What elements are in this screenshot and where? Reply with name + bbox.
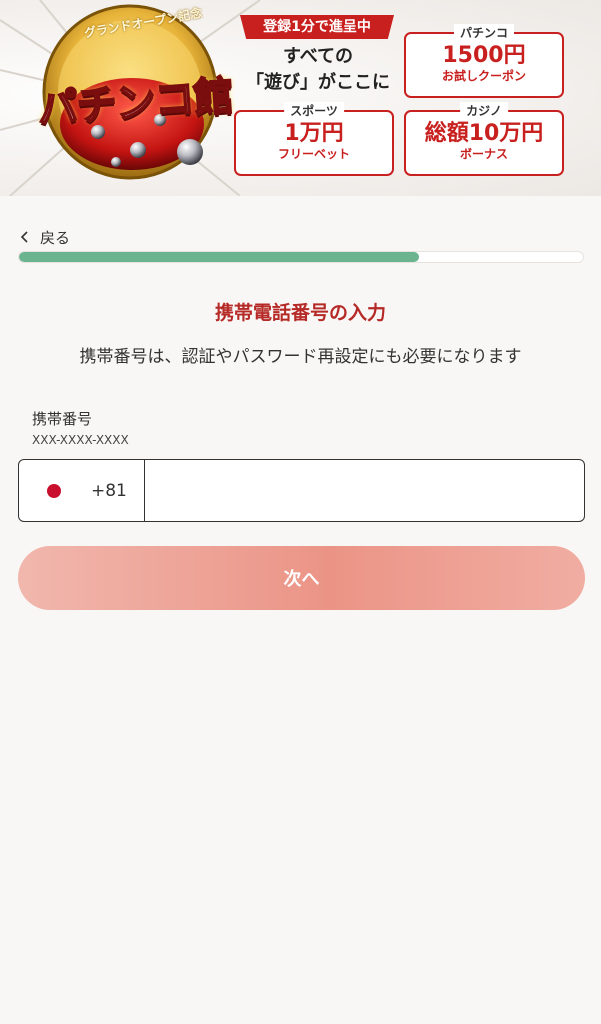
signup-progress-bar [18,251,584,263]
phone-format-hint: XXX-XXXX-XXXX [32,433,129,447]
catch-copy: すべての 「遊び」がここに [246,44,390,96]
promo-banner[interactable]: グランドオープン記念 パチンコ館 登録1分で進呈中 すべての 「遊び」がここに … [0,0,601,196]
offer-category: スポーツ [284,102,344,119]
catch-line-2: 「遊び」がここに [246,72,390,93]
offer-pachinko: パチンコ 1500円 お試しクーポン [404,24,564,98]
country-code-selector[interactable]: +81 [19,460,145,521]
offer-sports: スポーツ 1万円 フリーベット [234,102,394,176]
signup-promo-tag: 登録1分で進呈中 [240,15,394,39]
chevron-left-icon [20,231,28,243]
catch-line-1: すべての [282,46,354,67]
offer-type: フリーベット [277,147,350,161]
page-title: 携帯電話番号の入力 [214,302,386,324]
next-button[interactable]: 次へ [18,546,585,610]
offer-amount: 1万円 [284,121,344,146]
phone-field-label: 携帯番号 [32,410,93,428]
offer-category: カジノ [460,102,508,119]
offer-type: ボーナス [459,147,508,161]
back-button[interactable]: 戻る [18,226,70,248]
progress-fill [19,252,420,262]
back-label: 戻る [40,228,71,247]
offer-amount: 1500円 [442,43,526,68]
phone-number-input[interactable] [145,460,584,521]
offer-amount: 総額10万円 [424,121,544,146]
japan-flag-icon [47,483,61,498]
offer-casino: カジノ 総額10万円 ボーナス [404,102,564,176]
phone-field: +81 [18,459,585,522]
dial-code: +81 [91,480,127,501]
page-description: 携帯番号は、認証やパスワード再設定にも必要になります [79,347,522,367]
offer-type: お試しクーポン [441,69,526,83]
offer-category: パチンコ [453,24,515,41]
pachinko-kan-logo: グランドオープン記念 パチンコ館 [20,2,240,192]
